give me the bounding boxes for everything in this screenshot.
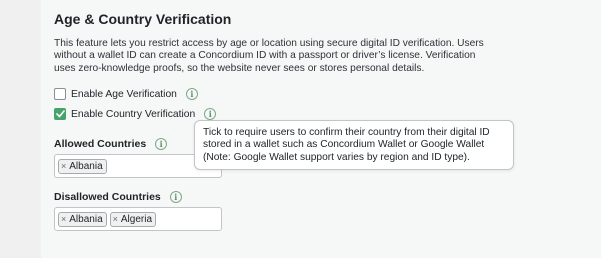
info-icon[interactable]: i [155, 138, 168, 150]
info-icon[interactable]: i [169, 191, 182, 203]
country-verification-option[interactable]: Enable Country Verification i [54, 107, 217, 121]
remove-tag-icon[interactable]: × [61, 161, 66, 171]
section-description: This feature lets you restrict access by… [54, 38, 484, 74]
country-tag: × Algeria [109, 211, 157, 227]
age-verification-label: Enable Age Verification [71, 88, 177, 100]
remove-tag-icon[interactable]: × [61, 214, 66, 224]
country-tag: × Albania [58, 211, 107, 227]
remove-tag-icon[interactable]: × [113, 214, 118, 224]
info-icon[interactable]: i [185, 88, 198, 100]
country-verification-checkbox[interactable] [54, 108, 66, 120]
country-verification-label: Enable Country Verification [71, 108, 196, 120]
allowed-countries-label-row: Allowed Countries i [54, 138, 168, 150]
disallowed-countries-label: Disallowed Countries [54, 191, 161, 203]
checkmark-icon [55, 110, 65, 118]
section-title: Age & Country Verification [54, 11, 232, 27]
age-verification-checkbox[interactable] [54, 88, 66, 100]
country-tag-label: Albania [69, 213, 103, 225]
info-icon[interactable]: i [204, 108, 217, 120]
age-verification-option[interactable]: Enable Age Verification i [54, 87, 198, 101]
country-tag: × Albania [58, 158, 107, 174]
disallowed-countries-select[interactable]: × Albania × Algeria [54, 207, 222, 231]
allowed-countries-label: Allowed Countries [54, 138, 147, 150]
country-tag-label: Algeria [120, 213, 153, 225]
disallowed-countries-label-row: Disallowed Countries i [54, 191, 182, 203]
country-tag-label: Albania [69, 160, 103, 172]
country-verification-tooltip: Tick to require users to confirm their c… [194, 120, 514, 170]
